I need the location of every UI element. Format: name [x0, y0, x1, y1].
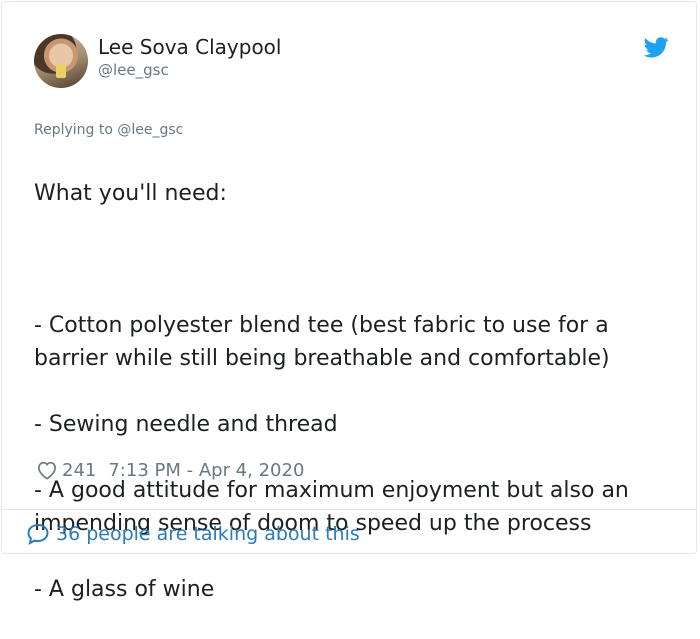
avatar-detail [56, 64, 66, 78]
tweet-timestamp[interactable]: 7:13 PM - Apr 4, 2020 [108, 460, 304, 481]
speech-bubble-icon [27, 523, 49, 545]
tweet-card: Lee Sova Claypool @lee_gsc Replying to @… [1, 1, 697, 602]
twitter-bird-icon[interactable] [644, 37, 669, 58]
author-name[interactable]: Lee Sova Claypool [98, 35, 281, 59]
like-count[interactable]: 241 [62, 460, 96, 481]
heart-icon[interactable] [36, 460, 58, 480]
tweet-text: What you'll need: - Cotton polyester ble… [34, 144, 674, 639]
tweet-meta: 241 7:13 PM - Apr 4, 2020 [36, 458, 304, 482]
tweet-line: - A glass of wine [34, 577, 215, 602]
author-handle[interactable]: @lee_gsc [98, 61, 169, 79]
reply-context[interactable]: Replying to @lee_gsc [34, 122, 183, 138]
conversation-label[interactable]: 36 people are talking about this [56, 523, 360, 545]
avatar[interactable] [34, 34, 88, 88]
divider [2, 509, 696, 510]
tweet-line: - Sewing needle and thread [34, 412, 338, 437]
tweet-line: - Cotton polyester blend tee (best fabri… [34, 313, 610, 371]
tweet-line: What you'll need: [34, 181, 227, 206]
conversation-link[interactable]: 36 people are talking about this [26, 520, 360, 548]
